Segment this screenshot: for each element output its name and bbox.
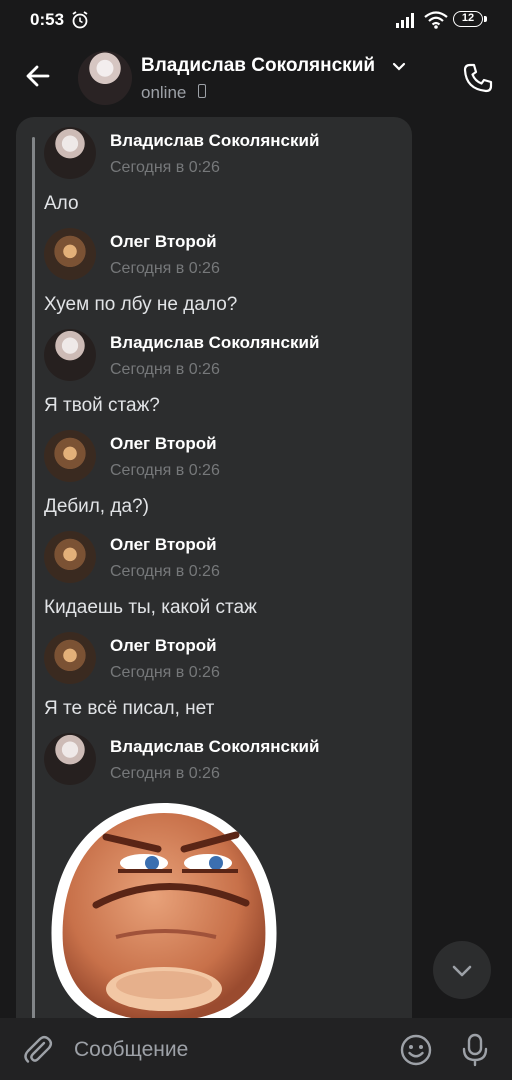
status-time: 0:53 bbox=[30, 10, 65, 29]
forwarded-messages-bubble[interactable]: Владислав Соколянский Сегодня в 0:26 Ало… bbox=[16, 117, 412, 1037]
sender-avatar[interactable] bbox=[44, 127, 96, 179]
message-text: Я твой стаж? bbox=[44, 395, 160, 416]
contact-status: online bbox=[141, 83, 187, 102]
message-time: Сегодня в 0:26 bbox=[110, 159, 220, 176]
scroll-down-button[interactable] bbox=[433, 941, 491, 999]
message-time: Сегодня в 0:26 bbox=[110, 361, 220, 378]
message-time: Сегодня в 0:26 bbox=[110, 563, 220, 580]
sender-avatar[interactable] bbox=[44, 632, 96, 684]
chevron-down-icon bbox=[452, 965, 472, 977]
sender-avatar[interactable] bbox=[44, 430, 96, 482]
attach-button[interactable] bbox=[20, 1032, 56, 1068]
battery-tip bbox=[484, 16, 487, 22]
chat-header: Владислав Соколянский online bbox=[0, 40, 512, 114]
signal-icon bbox=[396, 13, 414, 28]
battery-icon: 12 bbox=[453, 11, 483, 27]
alarm-icon bbox=[72, 11, 88, 29]
sender-avatar[interactable] bbox=[44, 329, 96, 381]
call-button[interactable] bbox=[460, 60, 496, 96]
message-time: Сегодня в 0:26 bbox=[110, 260, 220, 277]
sender-name[interactable]: Владислав Соколянский bbox=[110, 333, 319, 353]
forward-indicator-line bbox=[32, 137, 35, 1037]
message-time: Сегодня в 0:26 bbox=[110, 462, 220, 479]
sender-name[interactable]: Владислав Соколянский bbox=[110, 131, 319, 151]
message-composer bbox=[0, 1018, 512, 1080]
sender-name[interactable]: Олег Второй bbox=[110, 232, 217, 252]
sender-avatar[interactable] bbox=[44, 228, 96, 280]
back-button[interactable] bbox=[20, 58, 56, 94]
emoji-button[interactable] bbox=[398, 1032, 434, 1068]
sender-name[interactable]: Олег Второй bbox=[110, 434, 217, 454]
status-bar: 0:53 12 bbox=[0, 0, 512, 40]
mobile-device-icon bbox=[198, 84, 206, 98]
sender-avatar[interactable] bbox=[44, 531, 96, 583]
message-time: Сегодня в 0:26 bbox=[110, 664, 220, 681]
sticker-image[interactable] bbox=[46, 797, 282, 1033]
sender-name[interactable]: Олег Второй bbox=[110, 535, 217, 555]
microphone-button[interactable] bbox=[458, 1032, 492, 1068]
chevron-down-icon[interactable] bbox=[392, 62, 406, 72]
message-text: Дебил, да?) bbox=[44, 496, 149, 517]
message-text: Кидаешь ты, какой стаж bbox=[44, 597, 257, 618]
wifi-icon bbox=[424, 11, 448, 29]
sender-avatar[interactable] bbox=[44, 733, 96, 785]
message-input[interactable] bbox=[74, 1032, 374, 1068]
contact-avatar[interactable] bbox=[78, 51, 132, 105]
message-text: Я те всё писал, нет bbox=[44, 698, 215, 719]
message-time: Сегодня в 0:26 bbox=[110, 765, 220, 782]
message-text: Ало bbox=[44, 193, 79, 214]
sender-name[interactable]: Владислав Соколянский bbox=[110, 737, 319, 757]
message-text: Хуем по лбу не дало? bbox=[44, 294, 238, 315]
battery-level: 12 bbox=[461, 12, 475, 24]
sender-name[interactable]: Олег Второй bbox=[110, 636, 217, 656]
contact-name[interactable]: Владислав Соколянский bbox=[141, 55, 375, 77]
